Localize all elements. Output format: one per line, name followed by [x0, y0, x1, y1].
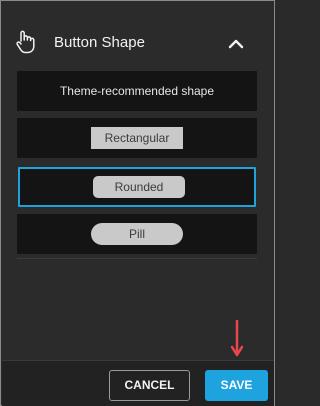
option-pill[interactable]: Pill — [17, 214, 257, 254]
pill-preview-button: Pill — [91, 223, 183, 245]
section-header[interactable]: Button Shape — [1, 1, 274, 57]
rounded-preview-button: Rounded — [93, 176, 185, 198]
chevron-up-icon[interactable] — [228, 37, 244, 49]
option-rounded[interactable]: Rounded — [18, 167, 256, 207]
cancel-button[interactable]: CANCEL — [109, 370, 190, 401]
section-title: Button Shape — [54, 34, 145, 51]
hand-pointer-icon — [15, 29, 37, 55]
option-label: Theme-recommended shape — [59, 84, 215, 98]
rectangular-preview-button: Rectangular — [91, 127, 183, 149]
button-shape-panel: Button Shape Theme-recommended shape Rec… — [0, 0, 275, 406]
save-button[interactable]: SAVE — [205, 370, 268, 401]
option-rectangular[interactable]: Rectangular — [17, 118, 257, 158]
divider — [17, 258, 257, 259]
arrow-down-icon — [230, 319, 244, 358]
option-theme-recommended[interactable]: Theme-recommended shape — [17, 71, 257, 111]
footer-bar: CANCEL SAVE — [2, 360, 274, 406]
